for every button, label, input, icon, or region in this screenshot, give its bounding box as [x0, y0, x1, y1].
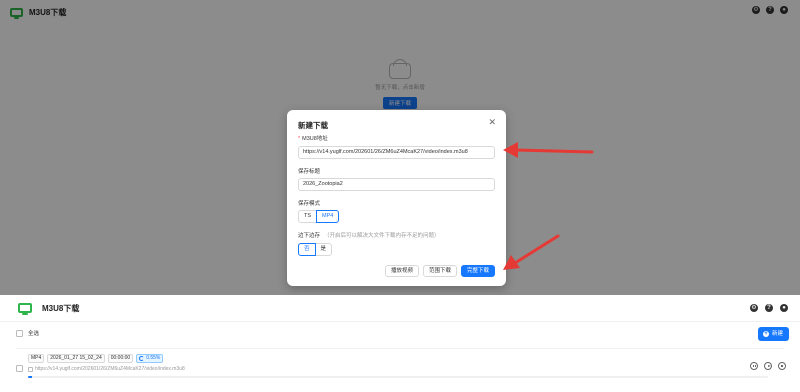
stream-option-yes[interactable]: 是: [314, 243, 333, 256]
progress-tag: 0.55%: [136, 354, 164, 363]
logo-icon: [18, 303, 32, 315]
new-download-modal: 新建下载 ✕ * M3U8地址 https://v14.yuglf.com/202…: [287, 110, 506, 286]
github-icon[interactable]: ●: [780, 304, 788, 312]
loading-icon: [139, 356, 145, 361]
title-label: 保存标题: [298, 169, 321, 175]
stream-save-label: 边下边存 （开启后可以解决大文件下载内存不足的问题）: [298, 233, 440, 239]
stop-icon[interactable]: [778, 362, 786, 370]
save-mode-label: 保存模式: [298, 201, 321, 207]
select-all-label: 全选: [28, 331, 40, 337]
modal-footer: 播放视频 范围下载 完整下载: [384, 265, 495, 277]
item-actions: [750, 362, 786, 370]
select-all-checkbox[interactable]: [16, 329, 23, 337]
m3u8-url-input[interactable]: https://v14.yuglf.com/202601/26/ZM6uZ4Mc…: [298, 146, 495, 159]
new-button[interactable]: + 新建: [757, 327, 789, 341]
bottom-header-icons: ⚙ ? ●: [750, 304, 788, 312]
format-tag: MP4: [28, 354, 45, 363]
item-url-row: https://v14.yuglf.com/202601/26/ZM6uZ4Mc…: [28, 366, 185, 372]
duration-tag: 00:00:00: [107, 354, 134, 363]
progress-text: 0.55%: [146, 355, 161, 361]
item-url: https://v14.yuglf.com/202601/26/ZM6uZ4Mc…: [35, 366, 185, 372]
item-tags: MP4 2026_01_27 15_02_24 00:00:00 0.55%: [28, 354, 164, 363]
download-item: MP4 2026_01_27 15_02_24 00:00:00 0.55% h…: [16, 353, 786, 383]
select-all-row: 全选: [16, 329, 39, 337]
modal-title: 新建下载: [298, 121, 328, 130]
range-download-button[interactable]: 范围下载: [422, 265, 457, 277]
save-mode-segmented: TS MP4: [298, 210, 340, 223]
pause-icon[interactable]: [750, 362, 758, 370]
progress-fill: [28, 376, 33, 378]
save-title-input[interactable]: 2026_Zootopia2: [298, 178, 495, 191]
new-button-label: 新建: [771, 331, 783, 337]
close-icon[interactable]: ✕: [488, 118, 496, 127]
stream-save-segmented: 否 是: [298, 243, 333, 256]
item-checkbox[interactable]: [16, 365, 23, 372]
play-icon[interactable]: [764, 362, 772, 370]
mode-option-ts[interactable]: TS: [298, 210, 318, 223]
name-tag: 2026_01_27 15_02_24: [47, 354, 105, 363]
play-video-button[interactable]: 播放视频: [384, 265, 419, 277]
divider: [16, 348, 784, 349]
bottom-app-screenshot: M3U8下载 ⚙ ? ● 全选 + 新建 MP4 2026_01_27 15_0…: [0, 295, 800, 392]
bottom-app-title: M3U8下载: [42, 303, 80, 313]
gear-icon[interactable]: ⚙: [750, 304, 758, 312]
progress-bar: [28, 376, 768, 378]
question-icon[interactable]: ?: [765, 304, 773, 312]
url-label: * M3U8地址: [298, 136, 328, 142]
mode-option-mp4[interactable]: MP4: [316, 210, 340, 223]
plus-icon: +: [762, 331, 769, 337]
file-icon: [28, 366, 33, 372]
full-download-button[interactable]: 完整下载: [460, 265, 495, 277]
stream-option-no[interactable]: 否: [298, 243, 316, 256]
bottom-app-header: M3U8下载 ⚙ ? ●: [0, 295, 800, 322]
